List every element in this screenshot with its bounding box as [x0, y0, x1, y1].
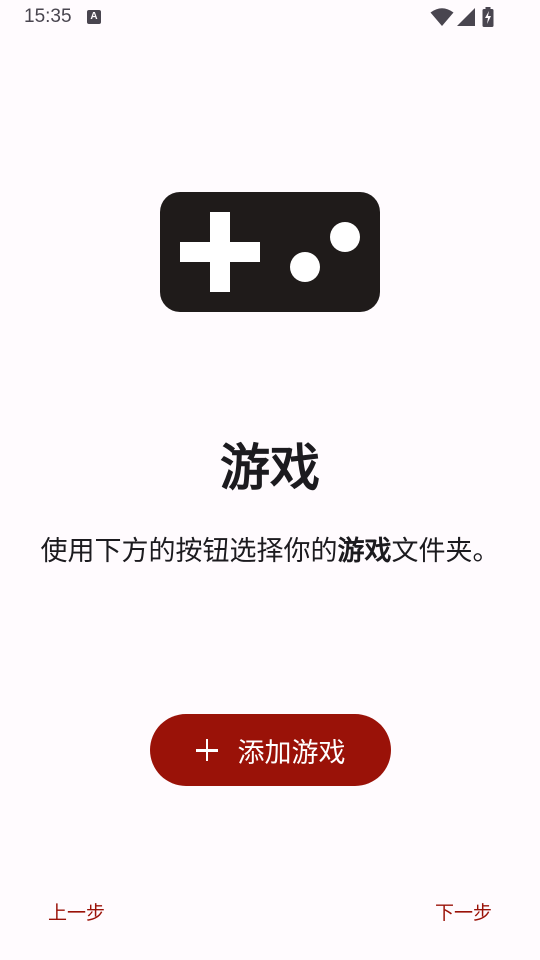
description-highlight: 游戏: [337, 536, 392, 567]
previous-step-button[interactable]: 上一步: [48, 898, 105, 925]
add-game-button[interactable]: 添加游戏: [150, 714, 391, 786]
wifi-icon: [430, 8, 454, 26]
gamepad-icon: [160, 192, 380, 312]
status-time: 15:35: [24, 6, 72, 27]
description-text: 使用下方的按钮选择你的游戏文件夹。: [40, 524, 500, 580]
description-before: 使用下方的按钮选择你的: [40, 536, 338, 567]
status-bar: 15:35 A: [0, 0, 540, 34]
battery-charging-icon: [482, 7, 494, 27]
description-after: 文件夹。: [391, 536, 500, 567]
status-icons: [430, 7, 500, 27]
text-a-icon: A: [87, 10, 101, 24]
cell-signal-icon: [457, 8, 475, 26]
page-title: 游戏: [220, 439, 320, 497]
add-game-label: 添加游戏: [237, 737, 346, 769]
next-step-button[interactable]: 下一步: [435, 898, 492, 925]
plus-icon: [195, 739, 218, 761]
